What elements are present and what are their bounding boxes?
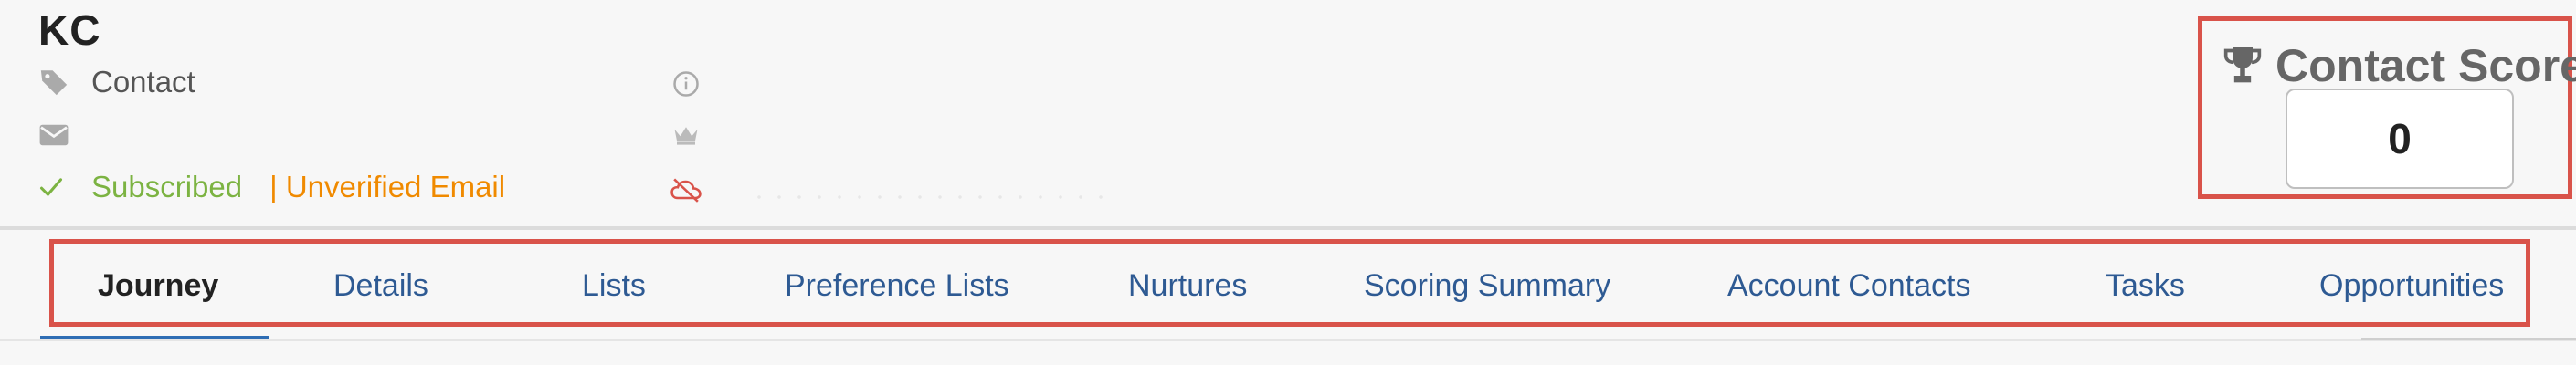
trophy-icon [2223,47,2262,83]
contact-score-title: Contact Score [2275,40,2576,91]
tab-details[interactable]: Details [333,268,428,304]
header-divider [0,226,2576,230]
tab-scoring-summary[interactable]: Scoring Summary [1364,268,1610,304]
tag-icon [38,64,75,100]
contact-score-title-row: Contact Score [2222,39,2576,92]
tab-lists[interactable]: Lists [582,268,646,304]
contact-type-row: Contact [38,64,195,100]
tab-journey[interactable]: Journey [98,268,218,304]
contact-name: KC [38,6,101,54]
contact-status-row: Subscribed | Unverified Email [38,169,505,205]
contact-tabs: Journey Details Lists Preference Lists N… [49,239,2530,327]
tabs-bottom-border [0,339,2576,341]
tab-opportunities[interactable]: Opportunities [2319,268,2504,304]
email-verification-status: | Unverified Email [269,170,506,203]
tab-nurtures[interactable]: Nurtures [1128,268,1247,304]
contact-type-label: Contact [91,65,195,99]
tab-tasks[interactable]: Tasks [2106,268,2185,304]
contact-score-panel: Contact Score 0 [2198,16,2576,199]
envelope-icon [38,117,75,153]
cloud-off-icon[interactable] [670,173,702,206]
faint-placeholder-dots [749,195,1105,199]
contact-page: KC Contact Subscribed | Unverified Email… [0,0,2576,365]
crown-icon [670,119,702,151]
checkmark-icon [38,169,75,205]
content-edge-mark [2361,338,2576,365]
contact-score-value: 0 [2286,89,2514,189]
contact-email-row [38,117,91,153]
tab-preference-lists[interactable]: Preference Lists [785,268,1009,304]
info-icon[interactable] [670,68,702,100]
subscription-status: Subscribed [91,170,243,203]
tab-account-contacts[interactable]: Account Contacts [1727,268,1970,304]
